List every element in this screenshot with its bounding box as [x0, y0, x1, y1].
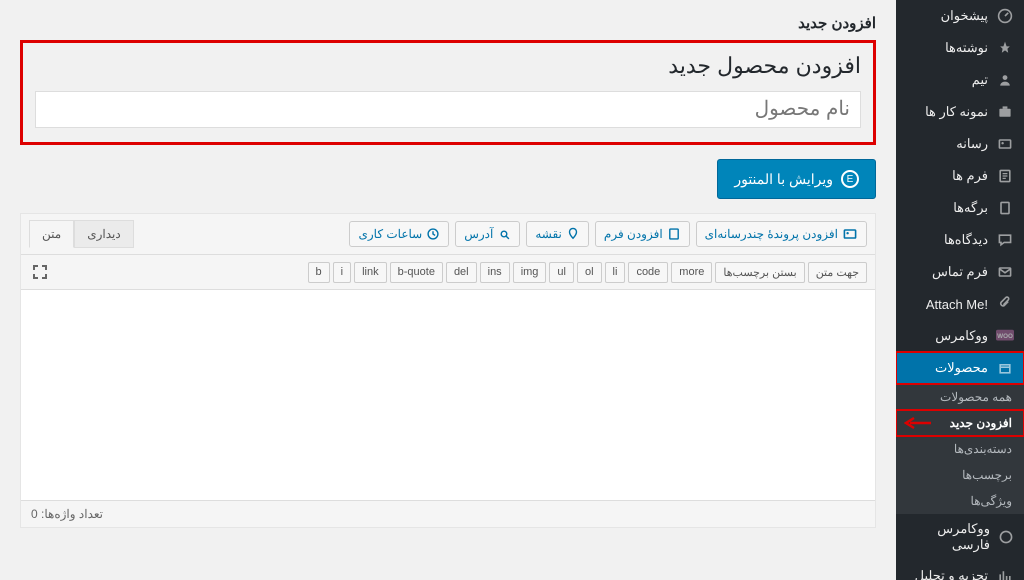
wordcount-value: 0 [31, 507, 38, 521]
submenu-item[interactable]: افزودن جدید [896, 410, 1024, 436]
portfolio-icon [996, 103, 1014, 121]
quicktag-i[interactable]: i [333, 262, 351, 283]
team-icon [996, 71, 1014, 89]
sidebar-item-label: تیم [972, 72, 988, 88]
product-title-input[interactable] [35, 91, 861, 128]
sidebar-item-contact[interactable]: فرم تماس [896, 256, 1024, 288]
page-header: افزودن جدید [20, 0, 876, 40]
meta-button-label: ساعات کاری [358, 227, 422, 241]
sidebar-item-label: پیشخوان [941, 8, 988, 24]
sidebar-item-comments[interactable]: دیدگاه‌ها [896, 224, 1024, 256]
elementor-icon: E [841, 170, 859, 188]
sidebar-item-analytics[interactable]: تجزیه و تحلیل [896, 560, 1024, 580]
sidebar-item-pages[interactable]: برگه‌ها [896, 192, 1024, 224]
sidebar-item-label: رسانه [956, 136, 988, 152]
meta-button-address[interactable]: آدرس [455, 221, 520, 247]
submenu-item[interactable]: دسته‌بندی‌ها [896, 436, 1024, 462]
sidebar-item-forms[interactable]: فرم ها [896, 160, 1024, 192]
clock-icon [426, 227, 440, 241]
address-icon [497, 227, 511, 241]
sidebar-submenu: همه محصولاتافزودن جدیددسته‌بندی‌هابرچسب‌… [896, 384, 1024, 514]
editor-footer: تعداد واژه‌ها: 0 [21, 500, 875, 527]
quicktag-li[interactable]: li [605, 262, 626, 283]
sidebar-item-team[interactable]: تیم [896, 64, 1024, 96]
content-editor[interactable] [21, 290, 875, 500]
woo2-icon [998, 528, 1014, 546]
sidebar-item-attach[interactable]: !Attach Me [896, 288, 1024, 320]
svg-text:WOO: WOO [997, 333, 1013, 340]
products-icon [996, 359, 1014, 377]
admin-sidebar: پیشخوان نوشته‌ها تیم نمونه کار ها رسانه فرم ه… [896, 0, 1024, 580]
quicktag-more[interactable]: more [671, 262, 712, 283]
sidebar-item-label: برگه‌ها [953, 200, 988, 216]
comments-icon [996, 231, 1014, 249]
quicktag-ol[interactable]: ol [577, 262, 602, 283]
sidebar-item-label: نمونه کار ها [925, 104, 988, 120]
meta-button-label: آدرس [464, 227, 493, 241]
meta-button-label: افزودن پروندهٔ چندرسانه‌ای [705, 227, 838, 241]
media-icon [996, 135, 1014, 153]
sidebar-item-products[interactable]: محصولات [896, 352, 1024, 384]
editor-box: افزودن پروندهٔ چندرسانه‌ای افزودن فرم نقشه… [20, 213, 876, 528]
sidebar-item-label: فرم ها [952, 168, 988, 184]
woo-icon: WOO [996, 327, 1014, 345]
sidebar-item-label: تجزیه و تحلیل [915, 568, 988, 580]
sidebar-item-woo[interactable]: WOO ووکامرس [896, 320, 1024, 352]
quicktag-del[interactable]: del [446, 262, 477, 283]
media-icon [842, 226, 858, 242]
map-icon [566, 227, 580, 241]
sidebar-item-label: !Attach Me [926, 297, 988, 312]
sidebar-item-media[interactable]: رسانه [896, 128, 1024, 160]
meta-button-label: نقشه [535, 227, 562, 241]
quicktag-code[interactable]: code [628, 262, 668, 283]
meta-button-map[interactable]: نقشه [526, 221, 589, 247]
quicktag-b-quote[interactable]: b-quote [390, 262, 443, 283]
quicktag-b[interactable]: b [308, 262, 330, 283]
submenu-item[interactable]: ویژگی‌ها [896, 488, 1024, 514]
meta-button-form[interactable]: افزودن فرم [595, 221, 690, 247]
sidebar-item-dashboard[interactable]: پیشخوان [896, 0, 1024, 32]
tab-visual[interactable]: دیداری [74, 220, 134, 248]
sidebar-item-label: ووکامرس فارسی [906, 521, 990, 553]
edit-with-elementor-button[interactable]: E ویرایش با المنتور [717, 159, 876, 199]
submenu-item[interactable]: همه محصولات [896, 384, 1024, 410]
sidebar-item-pin[interactable]: نوشته‌ها [896, 32, 1024, 64]
sidebar-item-label: دیدگاه‌ها [944, 232, 988, 248]
wordcount-label: تعداد واژه‌ها: [41, 507, 103, 521]
quicktag-ins[interactable]: ins [480, 262, 510, 283]
attach-icon [996, 295, 1014, 313]
sidebar-item-portfolio[interactable]: نمونه کار ها [896, 96, 1024, 128]
title-card: افزودن محصول جدید [20, 40, 876, 145]
page-title: افزودن محصول جدید [35, 53, 861, 79]
quicktag-جهت متن[interactable]: جهت متن [808, 262, 867, 283]
fullscreen-icon[interactable] [29, 261, 51, 283]
quicktag-ul[interactable]: ul [549, 262, 574, 283]
meta-button-media[interactable]: افزودن پروندهٔ چندرسانه‌ای [696, 221, 867, 247]
quicktag-link[interactable]: link [354, 262, 387, 283]
contact-icon [996, 263, 1014, 281]
quicktag-بستن برچسب‌ها[interactable]: بستن برچسب‌ها [715, 262, 804, 283]
pages-icon [996, 199, 1014, 217]
editor-tabs: دیداری متن [29, 220, 134, 248]
quicktag-img[interactable]: img [513, 262, 547, 283]
meta-button-label: افزودن فرم [604, 227, 663, 241]
analytics-icon [996, 567, 1014, 580]
forms-icon [996, 167, 1014, 185]
sidebar-item-label: ووکامرس [935, 328, 988, 344]
meta-button-clock[interactable]: ساعات کاری [349, 221, 449, 247]
sidebar-item-label: فرم تماس [932, 264, 988, 280]
tab-text[interactable]: متن [29, 220, 74, 248]
pin-icon [996, 39, 1014, 57]
sidebar-item-label: نوشته‌ها [945, 40, 988, 56]
arrow-icon [904, 416, 932, 430]
elementor-label: ویرایش با المنتور [734, 171, 833, 188]
sidebar-item-label: محصولات [935, 360, 988, 376]
page-header-title: افزودن جدید [20, 14, 876, 32]
dashboard-icon [996, 7, 1014, 25]
submenu-item[interactable]: برچسب‌ها [896, 462, 1024, 488]
form-icon [667, 227, 681, 241]
sidebar-item-woo2[interactable]: ووکامرس فارسی [896, 514, 1024, 560]
main-content: افزودن جدید افزودن محصول جدید E ویرایش ب… [0, 0, 896, 580]
